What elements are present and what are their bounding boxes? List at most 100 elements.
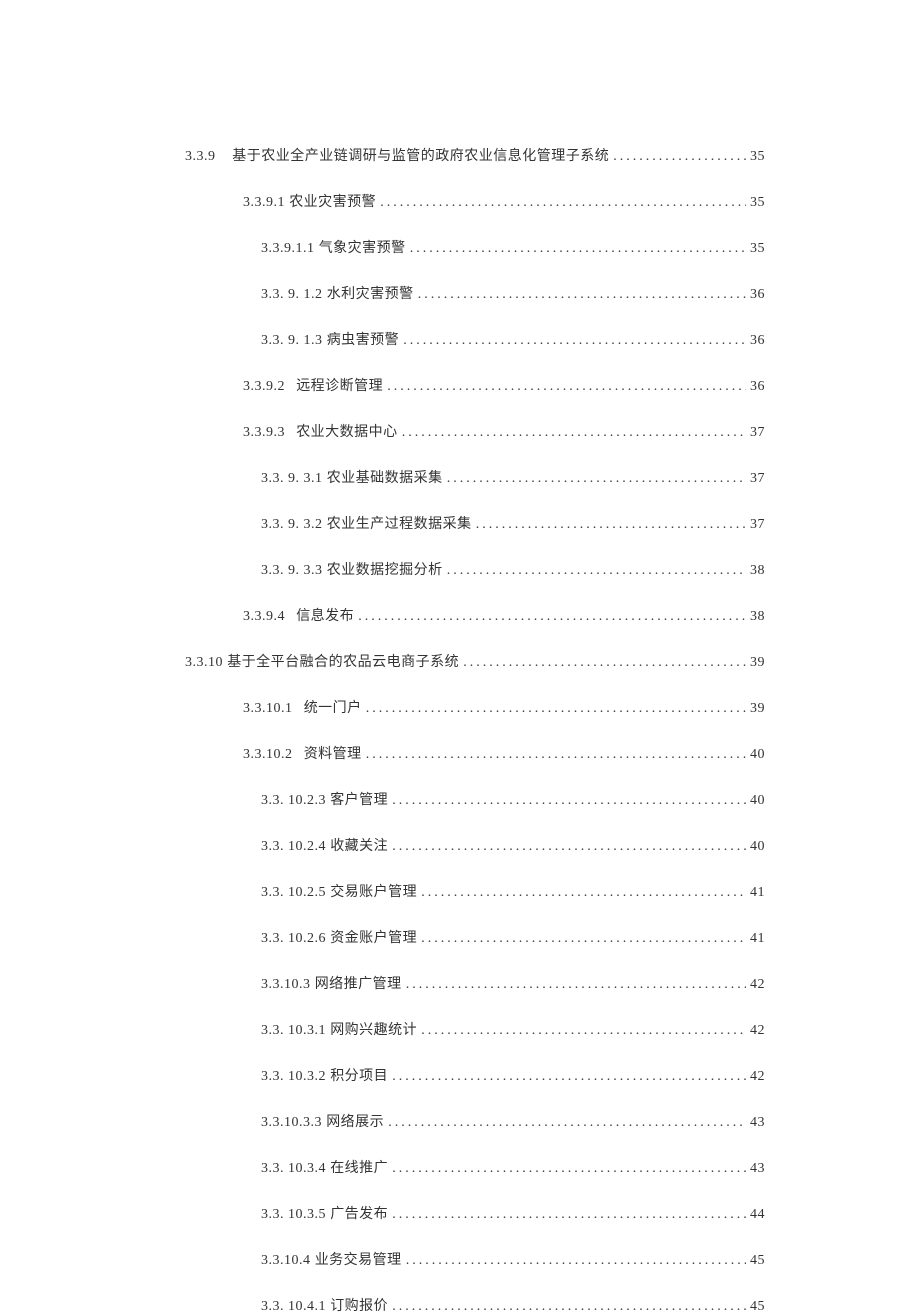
toc-page-number: 45	[750, 1253, 765, 1269]
toc-page-number: 41	[750, 931, 765, 947]
toc-leader-dots	[388, 1115, 746, 1131]
toc-page-number: 36	[750, 287, 765, 303]
toc-page-number: 37	[750, 425, 765, 441]
toc-title: 农业基础数据采集	[327, 467, 443, 487]
toc-number: 3.3. 10.2.6	[261, 931, 326, 947]
toc-title: 网络展示	[326, 1111, 384, 1131]
toc-title: 病虫害预警	[327, 329, 400, 349]
toc-title: 资料管理	[304, 743, 362, 763]
toc-leader-dots	[410, 241, 746, 257]
toc-entry: 3.3.9.4信息发布38	[185, 605, 765, 625]
toc-page-number: 43	[750, 1115, 765, 1131]
toc-entry: 3.3. 9. 3.3农业数据挖掘分析 38	[185, 559, 765, 579]
toc-page-number: 35	[750, 149, 765, 165]
toc-number: 3.3. 10.3.2	[261, 1069, 326, 1085]
toc-page-number: 40	[750, 839, 765, 855]
toc-entry: 3.3.10.3.3网络展示43	[185, 1111, 765, 1131]
toc-entry: 3.3. 10.3.2积分项目42	[185, 1065, 765, 1085]
toc-title: 网购兴趣统计	[330, 1019, 417, 1039]
toc-leader-dots	[403, 333, 746, 349]
toc-entry: 3.3. 9. 1.3病虫害预警36	[185, 329, 765, 349]
toc-title: 农业灾害预警	[289, 191, 376, 211]
toc-page-number: 39	[750, 655, 765, 671]
toc-leader-dots	[476, 517, 746, 533]
toc-title: 统一门户	[304, 697, 362, 717]
toc-leader-dots	[392, 839, 746, 855]
toc-entry: 3.3. 10.2.6资金账户管理41	[185, 927, 765, 947]
toc-page-number: 45	[750, 1299, 765, 1315]
toc-entry: 3.3.10基于全平台融合的农品云电商子系统39	[185, 651, 765, 671]
toc-page-number: 37	[750, 471, 765, 487]
toc-entry: 3.3.10.1统一门户39	[185, 697, 765, 717]
toc-number: 3.3. 10.2.5	[261, 885, 326, 901]
toc-number: 3.3. 9. 3.2	[261, 517, 323, 533]
toc-title: 基于全平台融合的农品云电商子系统	[227, 651, 459, 671]
toc-leader-dots	[358, 609, 746, 625]
toc-number: 3.3. 10.2.4	[261, 839, 326, 855]
toc-page-number: 35	[750, 195, 765, 211]
toc-entry: 3.3. 10.3.5广告发布44	[185, 1203, 765, 1223]
toc-entry: 3.3. 10.2.4收藏关注 40	[185, 835, 765, 855]
toc-leader-dots	[418, 287, 746, 303]
toc-entry: 3.3. 10.2.3客户管理40	[185, 789, 765, 809]
toc-leader-dots	[366, 747, 746, 763]
toc-leader-dots	[463, 655, 746, 671]
toc-title: 订购报价	[330, 1295, 388, 1315]
toc-title: 交易账户管理	[330, 881, 417, 901]
toc-leader-dots	[447, 471, 746, 487]
toc-leader-dots	[392, 1299, 746, 1315]
toc-leader-dots	[387, 379, 746, 395]
toc-number: 3.3. 9. 1.3	[261, 333, 323, 349]
toc-leader-dots	[380, 195, 746, 211]
toc-page-number: 38	[750, 563, 765, 579]
toc-entry: 3.3. 9. 1.2水利灾害预警 36	[185, 283, 765, 303]
toc-number: 3.3. 10.4.1	[261, 1299, 326, 1315]
toc-number: 3.3.10.1	[243, 701, 293, 717]
toc-leader-dots	[402, 425, 746, 441]
toc-title: 基于农业全产业链调研与监管的政府农业信息化管理子系统	[232, 145, 609, 165]
toc-title: 收藏关注	[330, 835, 388, 855]
toc-entry: 3.3. 10.3.4在线推广43	[185, 1157, 765, 1177]
toc-page-number: 42	[750, 977, 765, 993]
toc-number: 3.3.9.3	[243, 425, 285, 441]
toc-entry: 3.3.9.3农业大数据中心37	[185, 421, 765, 441]
toc-title: 远程诊断管理	[296, 375, 383, 395]
toc-entry: 3.3.9.1农业灾害预警 35	[185, 191, 765, 211]
toc-number: 3.3.9.2	[243, 379, 285, 395]
toc-page-number: 35	[750, 241, 765, 257]
toc-title: 农业数据挖掘分析	[327, 559, 443, 579]
toc-number: 3.3. 9. 3.1	[261, 471, 323, 487]
toc-leader-dots	[421, 1023, 746, 1039]
toc-leader-dots	[392, 793, 746, 809]
toc-page-number: 38	[750, 609, 765, 625]
toc-number: 3.3.9.1.1	[261, 241, 315, 257]
toc-number: 3.3. 9. 1.2	[261, 287, 323, 303]
toc-entry: 3.3.10.4业务交易管理45	[185, 1249, 765, 1269]
toc-page-number: 42	[750, 1069, 765, 1085]
toc-title: 水利灾害预警	[327, 283, 414, 303]
toc-number: 3.3. 10.3.1	[261, 1023, 326, 1039]
toc-number: 3.3.9.1	[243, 195, 285, 211]
toc-leader-dots	[613, 149, 746, 165]
toc-entry: 3.3. 9. 3.1农业基础数据采集 37	[185, 467, 765, 487]
toc-leader-dots	[421, 885, 746, 901]
toc-title: 客户管理	[330, 789, 388, 809]
toc-page-number: 41	[750, 885, 765, 901]
toc-page: 3.3.9基于农业全产业链调研与监管的政府农业信息化管理子系统353.3.9.1…	[0, 0, 920, 1315]
toc-entry: 3.3. 10.3.1网购兴趣统计 42	[185, 1019, 765, 1039]
toc-title: 气象灾害预警	[319, 237, 406, 257]
toc-title: 业务交易管理	[315, 1249, 402, 1269]
toc-number: 3.3.10.3	[261, 977, 311, 993]
toc-title: 网络推广管理	[315, 973, 402, 993]
toc-entry: 3.3.9.1.1气象灾害预警 35	[185, 237, 765, 257]
toc-page-number: 42	[750, 1023, 765, 1039]
toc-number: 3.3.9.4	[243, 609, 285, 625]
toc-page-number: 37	[750, 517, 765, 533]
toc-leader-dots	[392, 1161, 746, 1177]
toc-leader-dots	[406, 1253, 746, 1269]
toc-page-number: 36	[750, 379, 765, 395]
toc-number: 3.3. 9. 3.3	[261, 563, 323, 579]
toc-leader-dots	[406, 977, 746, 993]
toc-entry: 3.3.9.2 远程诊断管理 36	[185, 375, 765, 395]
toc-number: 3.3.10.2	[243, 747, 293, 763]
